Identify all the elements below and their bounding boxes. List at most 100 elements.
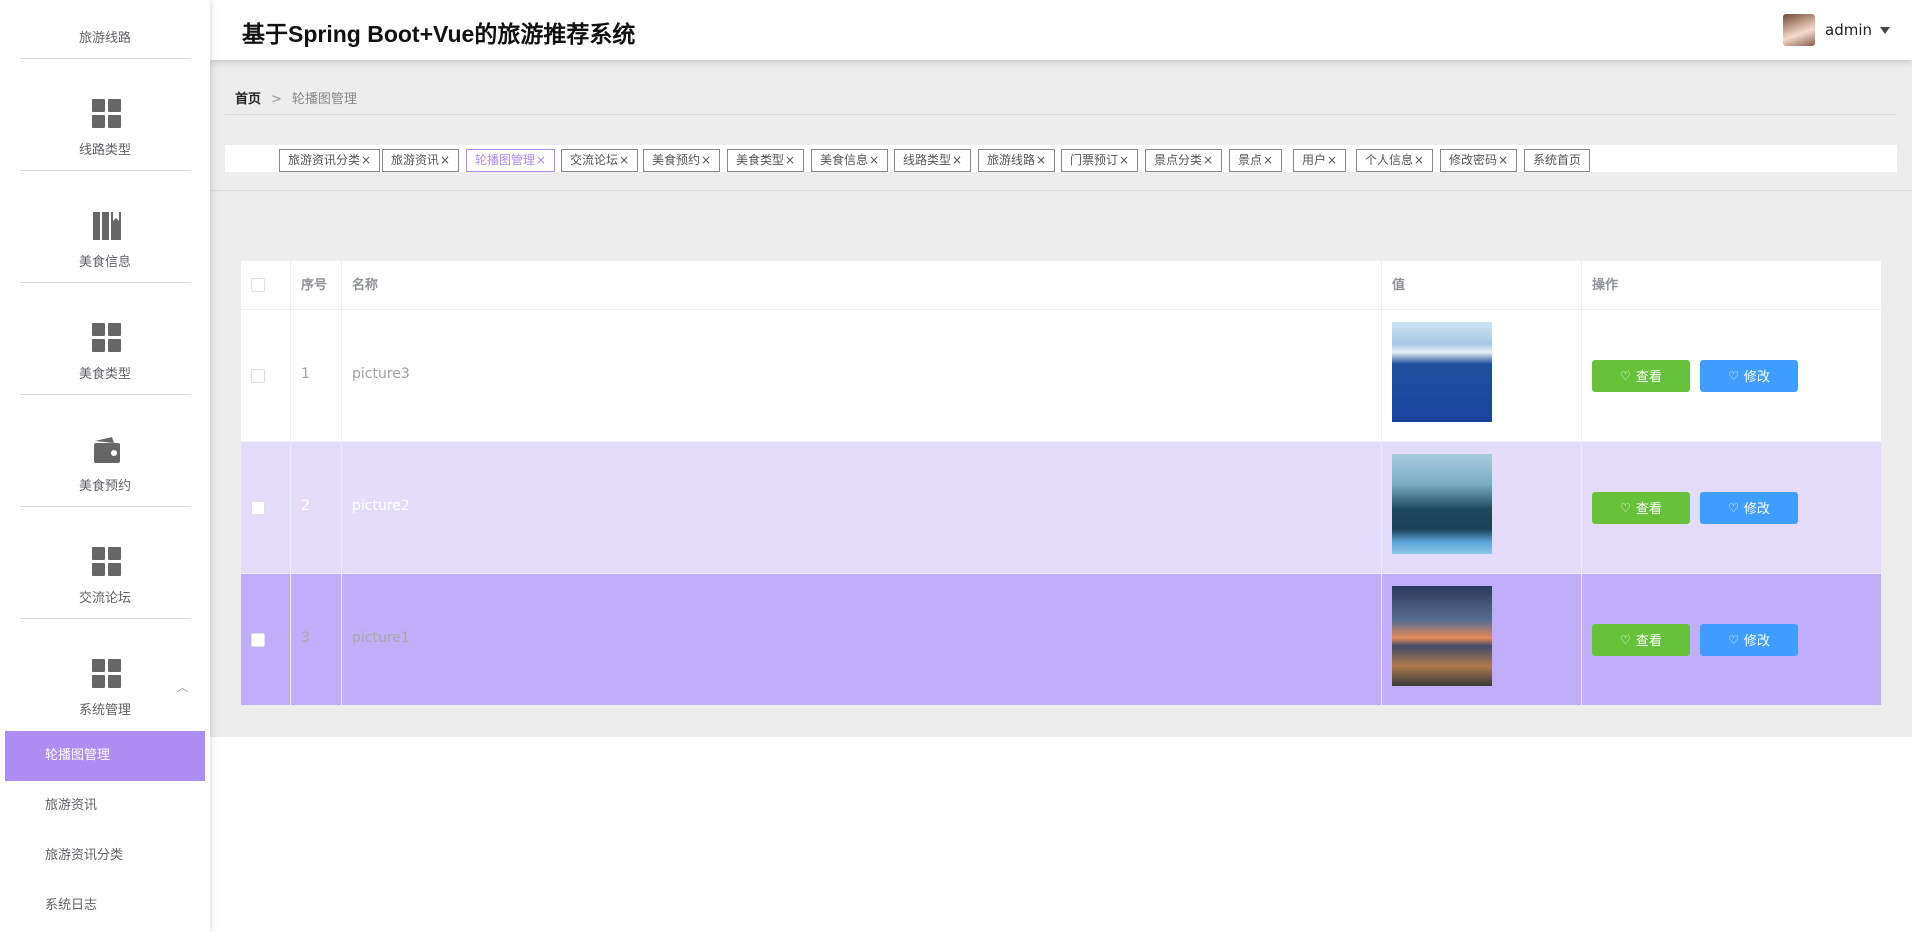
close-icon[interactable]: × (785, 153, 795, 167)
sidebar-item-label: 系统管理 (78, 703, 131, 718)
index-cell: 3 (291, 574, 342, 705)
sidebar-item-label: 美食预约 (78, 479, 131, 494)
tag-label: 门票预订 (1070, 153, 1119, 167)
tag-profile[interactable]: 个人信息× (1356, 149, 1434, 172)
row-name: picture2 (352, 498, 410, 514)
view-button[interactable]: ♡ 查看 (1592, 359, 1690, 392)
tag-carousel[interactable]: 轮播图管理× (466, 149, 556, 172)
checkbox-cell (241, 574, 291, 705)
carousel-image[interactable] (1392, 322, 1492, 422)
close-icon[interactable]: × (1414, 153, 1424, 167)
close-icon[interactable]: × (1036, 153, 1046, 167)
row-index: 3 (301, 630, 310, 646)
app-title: 基于Spring Boot+Vue的旅游推荐系统 (242, 21, 636, 47)
row-checkbox[interactable] (251, 500, 265, 515)
checkbox-cell (241, 310, 291, 441)
sidebar-item-food-booking[interactable]: 美食预约 (20, 395, 190, 507)
view-button[interactable]: ♡ 查看 (1592, 623, 1690, 656)
tag-forum[interactable]: 交流论坛× (561, 149, 639, 172)
row-name: picture1 (352, 630, 410, 646)
username: admin (1825, 21, 1872, 39)
wallet-icon (92, 435, 122, 465)
tag-label: 旅游资讯分类 (288, 153, 361, 167)
tag-home[interactable]: 系统首页 (1524, 149, 1591, 172)
close-icon[interactable]: × (869, 153, 879, 167)
heart-icon: ♡ (1728, 368, 1739, 383)
sidebar: 旅游线路 线路类型 美食信息 美食类型 美食预约 交流论坛 系统管理 ︿ 轮播图… (0, 0, 210, 932)
sidebar-item-food-info[interactable]: 美食信息 (20, 171, 190, 283)
sidebar-item-travel-routes[interactable]: 旅游线路 (20, 0, 190, 59)
tag-label: 美食类型 (736, 153, 785, 167)
header-checkbox-cell (241, 261, 291, 309)
close-icon[interactable]: × (701, 153, 711, 167)
submenu-item-news-category[interactable]: 旅游资讯分类 (0, 831, 210, 881)
tag-scenic[interactable]: 景点× (1229, 149, 1283, 172)
submenu-item-system-log[interactable]: 系统日志 (0, 881, 210, 931)
grid-icon (92, 323, 122, 353)
heart-icon: ♡ (1620, 500, 1631, 515)
edit-button[interactable]: ♡ 修改 (1700, 623, 1798, 656)
carousel-image[interactable] (1392, 454, 1492, 554)
tag-label: 景点 (1238, 153, 1263, 167)
breadcrumb-separator: > (271, 92, 282, 107)
tag-travel-routes[interactable]: 旅游线路× (978, 149, 1056, 172)
sidebar-item-forum[interactable]: 交流论坛 (20, 507, 190, 619)
sidebar-item-food-types[interactable]: 美食类型 (20, 283, 190, 395)
submenu-item-carousel[interactable]: 轮播图管理 (5, 731, 205, 781)
breadcrumb-home[interactable]: 首页 (235, 92, 261, 107)
close-icon[interactable]: × (619, 153, 629, 167)
row-index: 1 (301, 366, 310, 382)
tag-route-types[interactable]: 线路类型× (894, 149, 972, 172)
sidebar-item-label: 交流论坛 (78, 591, 131, 606)
tag-travel-news[interactable]: 旅游资讯× (382, 149, 460, 172)
breadcrumb: 首页 > 轮播图管理 (235, 88, 357, 107)
select-all-checkbox[interactable] (251, 278, 265, 292)
edit-button[interactable]: ♡ 修改 (1700, 359, 1798, 392)
value-cell (1382, 574, 1582, 705)
tag-scenic-category[interactable]: 景点分类× (1145, 149, 1223, 172)
close-icon[interactable]: × (361, 153, 371, 167)
close-icon[interactable]: × (1119, 153, 1129, 167)
submenu-item-travel-news[interactable]: 旅游资讯 (0, 781, 210, 831)
index-cell: 2 (291, 442, 342, 573)
tag-label: 美食预约 (652, 153, 701, 167)
edit-button[interactable]: ♡ 修改 (1700, 491, 1798, 524)
column-header: 名称 (342, 261, 1382, 309)
tag-ticket-booking[interactable]: 门票预订× (1061, 149, 1139, 172)
row-checkbox[interactable] (251, 368, 265, 383)
tag-label: 旅游线路 (987, 153, 1036, 167)
tag-news-category[interactable]: 旅游资讯分类× (279, 149, 381, 172)
breadcrumb-current: 轮播图管理 (291, 92, 357, 107)
chevron-up-icon: ︿ (177, 681, 188, 694)
book-icon (92, 211, 122, 241)
close-icon[interactable]: × (1498, 153, 1508, 167)
tag-food-info[interactable]: 美食信息× (811, 149, 889, 172)
tag-food-types[interactable]: 美食类型× (727, 149, 805, 172)
tag-change-password[interactable]: 修改密码× (1440, 149, 1518, 172)
view-label: 查看 (1635, 370, 1662, 385)
tag-users[interactable]: 用户× (1293, 149, 1347, 172)
value-cell (1382, 442, 1582, 573)
column-header: 序号 (291, 261, 342, 309)
table-row: 1 picture3 ♡ 查看 ♡ 修改 (241, 310, 1881, 442)
view-button[interactable]: ♡ 查看 (1592, 491, 1690, 524)
tag-label: 修改密码 (1449, 153, 1498, 167)
close-icon[interactable]: × (952, 153, 962, 167)
tag-food-booking[interactable]: 美食预约× (643, 149, 721, 172)
sidebar-item-label: 美食信息 (78, 255, 131, 270)
row-index: 2 (301, 498, 310, 514)
close-icon[interactable]: × (440, 153, 450, 167)
user-menu[interactable]: admin (1783, 14, 1890, 46)
carousel-image[interactable] (1392, 586, 1492, 686)
heart-icon: ♡ (1728, 500, 1739, 515)
actions-cell: ♡ 查看 ♡ 修改 (1582, 310, 1881, 441)
close-icon[interactable]: × (536, 153, 546, 167)
close-icon[interactable]: × (1263, 153, 1273, 167)
close-icon[interactable]: × (1203, 153, 1213, 167)
close-icon[interactable]: × (1327, 153, 1337, 167)
row-checkbox[interactable] (251, 632, 265, 647)
main-content: 首页 > 轮播图管理 旅游资讯分类× 旅游资讯× 轮播图管理× 交流论坛× 美食预约… (210, 60, 1912, 737)
tag-label: 美食信息 (820, 153, 869, 167)
sidebar-item-route-types[interactable]: 线路类型 (20, 59, 190, 171)
sidebar-item-system-management[interactable]: 系统管理 ︿ (20, 619, 190, 731)
